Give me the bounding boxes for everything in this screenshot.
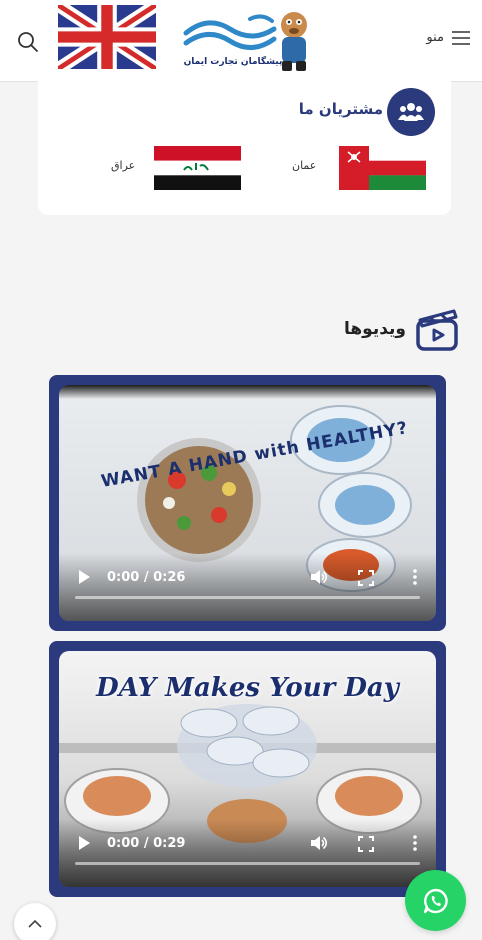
play-icon	[79, 570, 90, 584]
play-button[interactable]	[77, 569, 91, 585]
iraq-flag	[154, 146, 241, 190]
whatsapp-icon	[423, 888, 448, 913]
video-time: 0:00 / 0:26	[107, 570, 186, 585]
videos-heading: ویدیوها	[344, 306, 460, 352]
more-options-button[interactable]	[412, 568, 418, 586]
customers-icon	[387, 88, 435, 136]
search-icon	[18, 32, 38, 52]
more-options-button[interactable]	[412, 834, 418, 852]
videos-title: ویدیوها	[344, 319, 406, 339]
search-button[interactable]	[16, 30, 40, 54]
site-header: پیشگامان تجارت ایمان منو	[0, 0, 482, 82]
volume-icon	[311, 570, 328, 584]
customers-title: مشتریان ما	[298, 100, 383, 118]
video-card-1: WANT A HAND with HEALTHY? 0:00 / 0:26	[49, 375, 446, 631]
english-language-flag[interactable]	[58, 5, 156, 69]
video-card-2: DAY Makes Your Day 0:00 / 0:29	[49, 641, 446, 897]
fullscreen-button[interactable]	[358, 570, 374, 586]
scroll-to-top-button[interactable]	[14, 903, 56, 940]
fullscreen-icon	[358, 836, 374, 852]
video-time: 0:00 / 0:29	[107, 836, 186, 851]
video-controls-2: 0:00 / 0:29	[59, 819, 436, 887]
video-player-2[interactable]: DAY Makes Your Day 0:00 / 0:29	[59, 651, 436, 887]
hamburger-icon	[452, 30, 470, 45]
chevron-up-icon	[28, 919, 42, 928]
video-clapper-icon	[416, 309, 458, 351]
video-progress-bar[interactable]	[75, 862, 420, 865]
logo-text: پیشگامان تجارت ایمان	[183, 57, 283, 67]
customer-label-oman: عمان	[292, 159, 317, 172]
site-logo[interactable]: پیشگامان تجارت ایمان	[178, 5, 316, 77]
menu-button[interactable]: منو	[426, 30, 470, 45]
video-player-1[interactable]: WANT A HAND with HEALTHY? 0:00 / 0:26	[59, 385, 436, 621]
fullscreen-icon	[358, 570, 374, 586]
more-vertical-icon	[413, 569, 417, 585]
customers-section: مشتریان ما عمان عراق	[38, 80, 451, 215]
more-vertical-icon	[413, 835, 417, 851]
volume-button[interactable]	[310, 568, 328, 586]
video-controls-1: 0:00 / 0:26	[59, 553, 436, 621]
video-progress-bar[interactable]	[75, 596, 420, 599]
volume-icon	[311, 836, 328, 850]
oman-flag	[339, 146, 426, 190]
menu-label: منو	[426, 30, 444, 45]
volume-button[interactable]	[310, 834, 328, 852]
play-button[interactable]	[77, 835, 91, 851]
play-icon	[79, 836, 90, 850]
customer-label-iraq: عراق	[111, 159, 136, 172]
whatsapp-button[interactable]	[405, 870, 466, 931]
video-headline-2: DAY Makes Your Day	[96, 673, 399, 703]
fullscreen-button[interactable]	[358, 836, 374, 852]
